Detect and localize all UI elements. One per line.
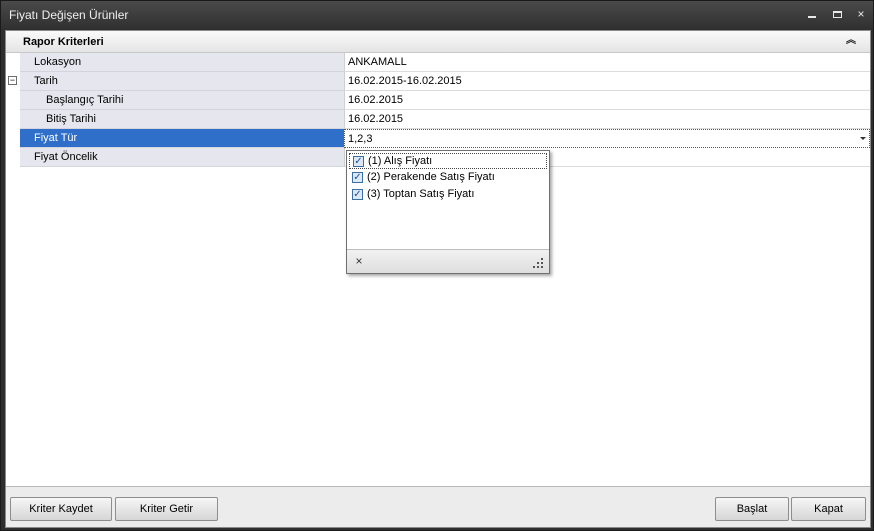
row-fiyat-tur[interactable]: Fiyat Tür 1,2,3 xyxy=(6,129,870,148)
report-window: Fiyatı Değişen Ürünler × Rapor Kriterler… xyxy=(0,0,874,531)
row-lokasyon[interactable]: Lokasyon ANKAMALL xyxy=(6,53,870,72)
check-item[interactable]: ✓ (3) Toptan Satış Fiyatı xyxy=(349,187,547,203)
title-bar[interactable]: Fiyatı Değişen Ürünler × xyxy=(1,1,873,29)
fiyat-tur-dropdown: ✓ (1) Alış Fiyatı ✓ (2) Perakende Satış … xyxy=(346,150,550,274)
row-label: Tarih xyxy=(20,72,344,91)
row-bitis-tarihi[interactable]: Bitiş Tarihi 16.02.2015 xyxy=(6,110,870,129)
row-label: Fiyat Öncelik xyxy=(20,148,344,167)
row-value[interactable]: 16.02.2015-16.02.2015 xyxy=(344,72,870,91)
check-item[interactable]: ✓ (2) Perakende Satış Fiyatı xyxy=(349,170,547,186)
check-item-label: (3) Toptan Satış Fiyatı xyxy=(367,188,475,200)
window-title: Fiyatı Değişen Ürünler xyxy=(9,8,129,22)
row-tarih[interactable]: − Tarih 16.02.2015-16.02.2015 xyxy=(6,72,870,91)
start-button[interactable]: Başlat xyxy=(715,497,789,521)
row-label: Fiyat Tür xyxy=(20,129,344,148)
check-item[interactable]: ✓ (1) Alış Fiyatı xyxy=(349,153,547,169)
check-item-label: (1) Alış Fiyatı xyxy=(368,155,433,167)
button-bar: Kriter Kaydet Kriter Getir Başlat Kapat xyxy=(6,486,870,527)
minimize-icon[interactable] xyxy=(805,7,819,21)
row-label: Bitiş Tarihi xyxy=(20,110,344,129)
collapse-row-icon[interactable]: − xyxy=(8,76,17,85)
checklist: ✓ (1) Alış Fiyatı ✓ (2) Perakende Satış … xyxy=(347,151,549,249)
close-icon[interactable]: × xyxy=(353,255,365,267)
load-criteria-button[interactable]: Kriter Getir xyxy=(115,497,218,521)
combo-text: 1,2,3 xyxy=(348,133,373,145)
collapse-icon[interactable]: ︽ xyxy=(844,35,858,49)
window-client-area: Rapor Kriterleri ︽ Lokasyon ANKAMALL − T… xyxy=(5,30,871,528)
resize-grip-icon[interactable] xyxy=(533,258,543,268)
criteria-group-title: Rapor Kriterleri xyxy=(23,36,104,48)
close-icon[interactable]: × xyxy=(854,7,868,21)
row-value[interactable]: 16.02.2015 xyxy=(344,110,870,129)
row-label: Lokasyon xyxy=(20,53,344,72)
check-item-label: (2) Perakende Satış Fiyatı xyxy=(367,171,495,183)
checkbox-checked-icon[interactable]: ✓ xyxy=(353,156,364,167)
save-criteria-button[interactable]: Kriter Kaydet xyxy=(10,497,112,521)
checkbox-checked-icon[interactable]: ✓ xyxy=(352,172,363,183)
dropdown-arrow-icon[interactable] xyxy=(860,137,866,140)
row-baslangic-tarihi[interactable]: Başlangıç Tarihi 16.02.2015 xyxy=(6,91,870,110)
fiyat-tur-combo[interactable]: 1,2,3 xyxy=(344,129,870,148)
maximize-icon[interactable] xyxy=(830,7,844,21)
checkbox-checked-icon[interactable]: ✓ xyxy=(352,189,363,200)
close-button[interactable]: Kapat xyxy=(791,497,866,521)
row-label: Başlangıç Tarihi xyxy=(20,91,344,110)
row-value[interactable]: 16.02.2015 xyxy=(344,91,870,110)
row-value[interactable]: ANKAMALL xyxy=(344,53,870,72)
criteria-group-header[interactable]: Rapor Kriterleri ︽ xyxy=(6,31,870,53)
popup-footer: × xyxy=(347,249,549,273)
